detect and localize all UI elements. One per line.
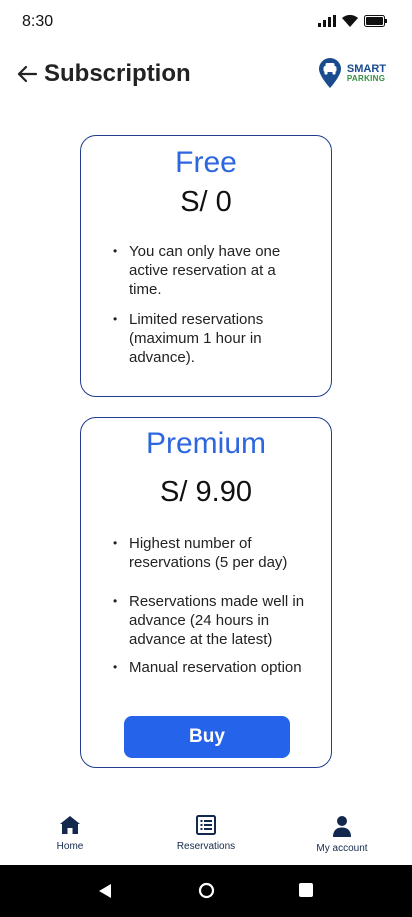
feature-item: You can only have one active reservation… — [113, 242, 305, 299]
nav-item-home[interactable]: Home — [40, 815, 100, 852]
wifi-icon — [342, 15, 358, 27]
app-header: Subscription SMART PARKING — [0, 55, 412, 99]
nav-item-account[interactable]: My account — [305, 815, 379, 854]
subscription-screen: 8:30 Subscription SMART PARKING Free S/ … — [0, 0, 412, 917]
status-icons — [318, 15, 388, 27]
free-plan-name: Free — [175, 146, 237, 179]
premium-plan-card: Premium S/ 9.90 Highest number of reserv… — [80, 417, 332, 768]
feature-item: Highest number of reservations (5 per da… — [113, 534, 305, 572]
premium-plan-price: S/ 9.90 — [160, 476, 252, 508]
system-home-icon[interactable] — [198, 882, 215, 899]
back-arrow-icon[interactable] — [16, 63, 38, 85]
nav-label-reservations: Reservations — [176, 841, 236, 852]
feature-item: Manual reservation option — [113, 658, 305, 677]
battery-icon — [364, 15, 387, 27]
system-recents-icon[interactable] — [299, 883, 313, 897]
system-back-icon[interactable] — [98, 883, 112, 899]
feature-item: Limited reservations (maximum 1 hour in … — [113, 310, 305, 367]
bottom-navigation: Home Reservations My account — [0, 805, 412, 865]
free-plan-card: Free S/ 0 You can only have one active r… — [80, 135, 332, 397]
parking-pin-icon — [318, 58, 341, 88]
system-navigation-bar — [0, 865, 412, 917]
signal-icon — [318, 15, 336, 27]
free-plan-price: S/ 0 — [180, 186, 232, 218]
page-title: Subscription — [44, 60, 191, 87]
person-icon — [333, 816, 351, 837]
logo-text-parking: PARKING — [346, 73, 386, 83]
status-bar: 8:30 — [0, 0, 412, 44]
status-time: 8:30 — [22, 13, 54, 30]
premium-plan-name: Premium — [145, 427, 266, 460]
nav-label-home: Home — [56, 841, 84, 852]
feature-item: Reservations made well in advance (24 ho… — [113, 592, 305, 649]
smart-parking-logo: SMART PARKING — [317, 57, 386, 89]
logo-text-smart: SMART — [346, 62, 386, 75]
nav-item-reservations[interactable]: Reservations — [166, 815, 246, 852]
buy-button[interactable]: Buy — [124, 716, 290, 758]
home-icon — [60, 816, 80, 834]
list-icon — [196, 815, 216, 835]
nav-label-account: My account — [316, 843, 368, 854]
